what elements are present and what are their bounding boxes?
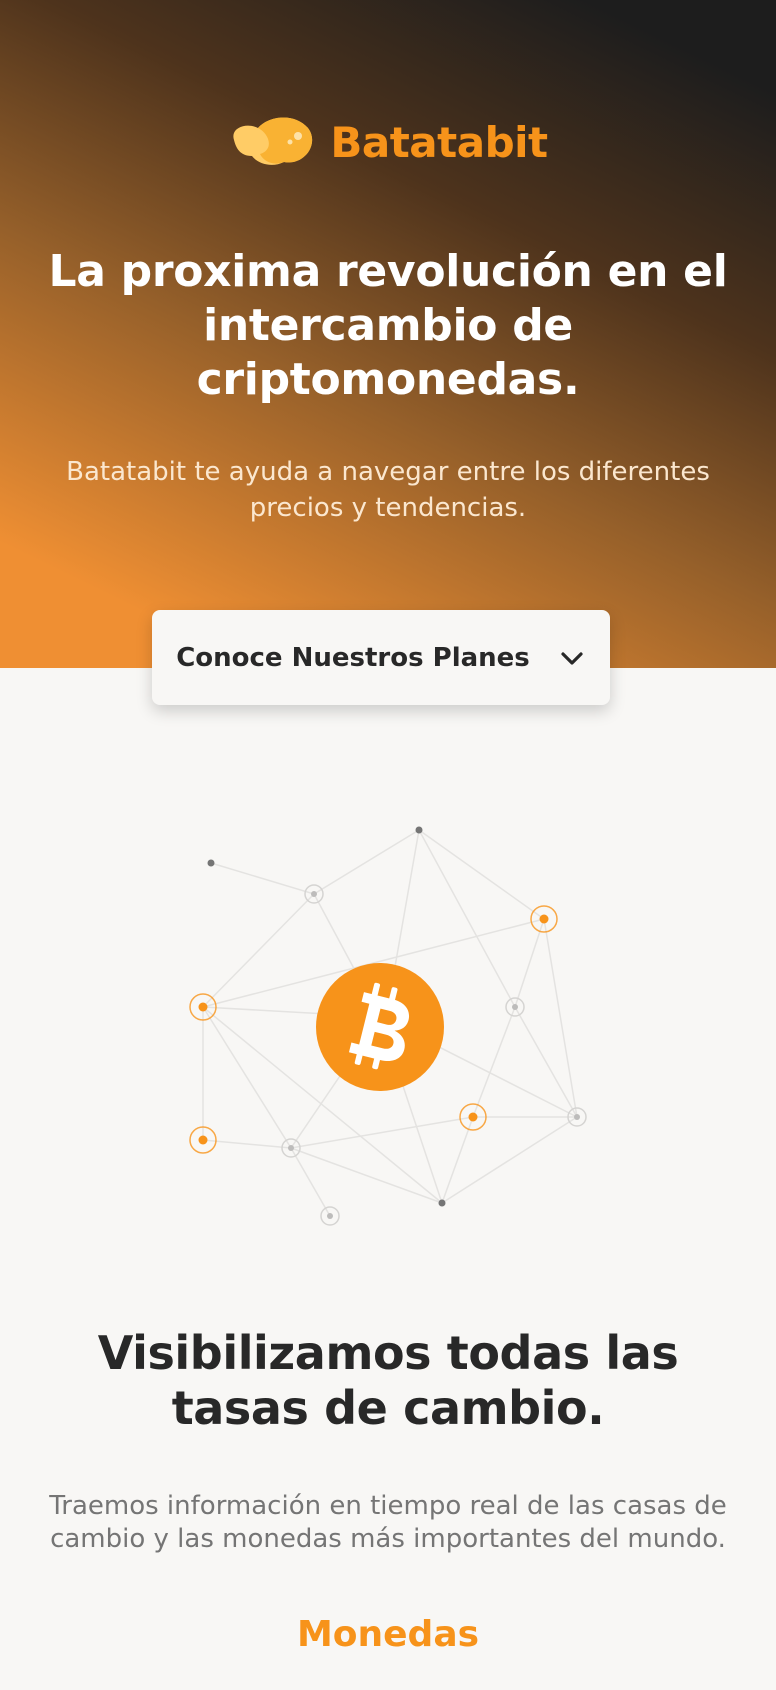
chevron-down-icon: [561, 651, 583, 665]
section-description: Traemos información en tiempo real de la…: [49, 1491, 727, 1554]
plans-button-label: Conoce Nuestros Planes: [176, 642, 530, 673]
monedas-link[interactable]: Monedas: [0, 1614, 776, 1655]
bitcoin-icon: [316, 963, 444, 1091]
hero-title: La proxima revolución en el intercambio …: [48, 246, 728, 405]
batata-logo-icon: [233, 117, 313, 165]
logo[interactable]: Batatabit: [0, 114, 776, 170]
brand-name: Batatabit: [330, 117, 548, 167]
section-title: Visibilizamos todas las tasas de cambio.: [97, 1326, 679, 1435]
hero-subtitle: Batatabit te ayuda a navegar entre los d…: [66, 457, 710, 523]
hero-section: Batatabit La proxima revolución en el in…: [0, 0, 776, 668]
crypto-network-illustration: [189, 826, 587, 1226]
plans-button[interactable]: Conoce Nuestros Planes: [152, 610, 610, 705]
